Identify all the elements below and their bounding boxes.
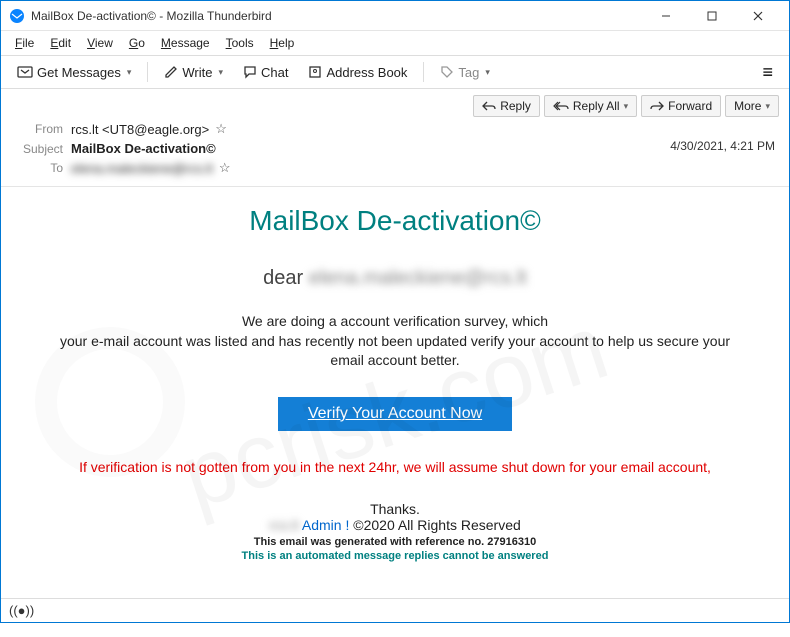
- star-icon[interactable]: ☆: [215, 121, 227, 137]
- body-thanks: Thanks.: [21, 501, 769, 517]
- chevron-down-icon: ▾: [218, 67, 223, 78]
- get-messages-button[interactable]: Get Messages ▾: [9, 62, 139, 83]
- menu-help[interactable]: Help: [262, 34, 303, 52]
- chevron-down-icon: ▾: [624, 101, 629, 112]
- rights-label: ©2020 All Rights Reserved: [349, 517, 520, 533]
- toolbar: Get Messages ▾ Write ▾ Chat Address Book…: [1, 55, 789, 89]
- chat-button[interactable]: Chat: [235, 62, 296, 83]
- body-reference: This email was generated with reference …: [21, 536, 769, 548]
- reply-all-label: Reply All: [573, 99, 620, 113]
- body-warning: If verification is not gotten from you i…: [21, 459, 769, 475]
- message-datetime: 4/30/2021, 4:21 PM: [670, 139, 775, 153]
- toolbar-separator: [147, 62, 148, 82]
- tag-icon: [440, 65, 454, 79]
- reply-all-button[interactable]: Reply All ▾: [544, 95, 637, 117]
- get-messages-label: Get Messages: [37, 65, 121, 80]
- address-book-button[interactable]: Address Book: [300, 62, 415, 83]
- write-label: Write: [182, 65, 212, 80]
- forward-label: Forward: [668, 99, 712, 113]
- menu-file[interactable]: File: [7, 34, 42, 52]
- maximize-button[interactable]: [689, 1, 735, 31]
- write-button[interactable]: Write ▾: [156, 62, 231, 83]
- tag-label: Tag: [458, 65, 479, 80]
- window-controls: [643, 1, 781, 31]
- minimize-button[interactable]: [643, 1, 689, 31]
- status-indicator-icon[interactable]: ((●)): [9, 603, 34, 618]
- menu-message[interactable]: Message: [153, 34, 218, 52]
- to-value[interactable]: elena.maleckiene@rcs.lt: [71, 161, 213, 176]
- dear-prefix: dear: [263, 267, 309, 289]
- subject-label: Subject: [13, 142, 63, 156]
- window-title: MailBox De-activation© - Mozilla Thunder…: [31, 9, 643, 23]
- subject-value: MailBox De-activation©: [71, 141, 216, 156]
- chat-icon: [243, 65, 257, 79]
- message-header: From rcs.lt <UT8@eagle.org> ☆ Subject Ma…: [1, 117, 789, 187]
- from-value[interactable]: rcs.lt <UT8@eagle.org>: [71, 122, 209, 137]
- message-body: pcrisk.com MailBox De-activation© dear e…: [1, 187, 789, 637]
- dear-recipient: elena.maleckiene@rcs.lt: [309, 267, 527, 289]
- close-button[interactable]: [735, 1, 781, 31]
- reply-all-icon: [553, 101, 569, 111]
- subject-row: Subject MailBox De-activation©: [13, 139, 777, 158]
- reply-icon: [482, 101, 496, 111]
- body-greeting: dear elena.maleckiene@rcs.lt: [21, 267, 769, 290]
- forward-button[interactable]: Forward: [641, 95, 721, 117]
- from-label: From: [13, 122, 63, 136]
- to-label: To: [13, 161, 63, 175]
- titlebar: MailBox De-activation© - Mozilla Thunder…: [1, 1, 789, 31]
- tag-button[interactable]: Tag ▾: [432, 62, 498, 83]
- body-paragraph: We are doing a account verification surv…: [45, 312, 745, 371]
- menu-go[interactable]: Go: [121, 34, 153, 52]
- reply-button[interactable]: Reply: [473, 95, 540, 117]
- toolbar-separator: [423, 62, 424, 82]
- body-heading: MailBox De-activation©: [21, 205, 769, 237]
- menu-edit[interactable]: Edit: [42, 34, 79, 52]
- reply-label: Reply: [500, 99, 531, 113]
- app-menu-button[interactable]: ≡: [754, 60, 781, 85]
- forward-icon: [650, 101, 664, 111]
- more-label: More: [734, 99, 761, 113]
- download-icon: [17, 65, 33, 79]
- menu-view[interactable]: View: [79, 34, 121, 52]
- thunderbird-icon: [9, 8, 25, 24]
- body-admin-line: rcs.lt Admin ! ©2020 All Rights Reserved: [21, 517, 769, 533]
- to-row: To elena.maleckiene@rcs.lt ☆: [13, 158, 777, 178]
- address-book-icon: [308, 65, 322, 79]
- from-row: From rcs.lt <UT8@eagle.org> ☆: [13, 119, 777, 139]
- body-automated-note: This is an automated message replies can…: [21, 550, 769, 562]
- chevron-down-icon: ▾: [485, 67, 490, 78]
- menubar: File Edit View Go Message Tools Help: [1, 31, 789, 55]
- star-icon[interactable]: ☆: [219, 160, 231, 176]
- chevron-down-icon: ▾: [765, 101, 770, 112]
- chevron-down-icon: ▾: [127, 67, 132, 78]
- verify-account-link[interactable]: Verify Your Account Now: [278, 397, 512, 431]
- chat-label: Chat: [261, 65, 288, 80]
- statusbar: ((●)): [1, 598, 789, 622]
- message-actions: Reply Reply All ▾ Forward More ▾: [1, 89, 789, 117]
- admin-label: Admin !: [299, 517, 350, 533]
- pencil-icon: [164, 65, 178, 79]
- address-book-label: Address Book: [326, 65, 407, 80]
- menu-tools[interactable]: Tools: [218, 34, 262, 52]
- admin-domain: rcs.lt: [269, 517, 299, 533]
- more-button[interactable]: More ▾: [725, 95, 779, 117]
